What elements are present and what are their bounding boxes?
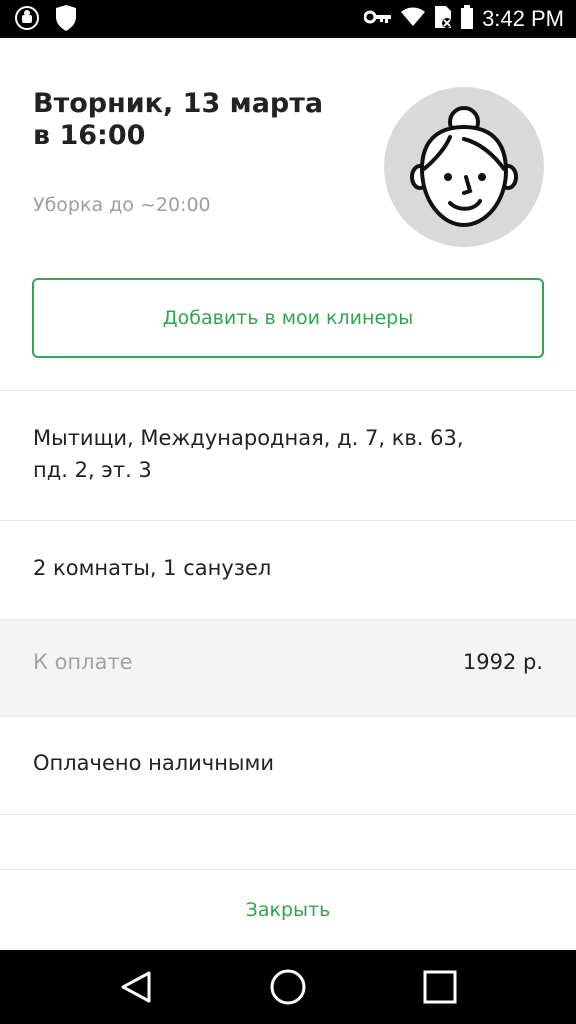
back-icon bbox=[121, 971, 151, 1003]
recents-icon bbox=[423, 970, 457, 1004]
cleaner-avatar bbox=[384, 87, 544, 247]
recents-button[interactable] bbox=[390, 950, 490, 1024]
status-time: 3:42 PM bbox=[482, 6, 564, 31]
address-line-2: пд. 2, эт. 3 bbox=[33, 458, 152, 482]
navigation-bar bbox=[0, 950, 576, 1024]
divider bbox=[0, 814, 576, 815]
divider bbox=[0, 390, 576, 391]
vpn-key-icon bbox=[363, 9, 392, 29]
payment-label: К оплате bbox=[33, 650, 133, 674]
battery-icon bbox=[460, 5, 474, 33]
divider bbox=[0, 716, 576, 717]
address-line-1: Мытищи, Международная, д. 7, кв. 63, bbox=[33, 426, 464, 450]
status-bar: 3:42 PM bbox=[0, 0, 576, 38]
home-button[interactable] bbox=[238, 950, 338, 1024]
sim-off-icon bbox=[434, 5, 453, 33]
home-icon bbox=[270, 969, 306, 1005]
back-button[interactable] bbox=[86, 950, 186, 1024]
close-button[interactable]: Закрыть bbox=[0, 870, 576, 950]
order-time: в 16:00 bbox=[33, 120, 146, 151]
payment-method: Оплачено наличными bbox=[33, 751, 275, 775]
add-to-my-cleaners-button[interactable]: Добавить в мои клинеры bbox=[32, 278, 544, 358]
cleaner-avatar-icon bbox=[410, 106, 518, 227]
wifi-icon bbox=[400, 7, 426, 31]
cleaning-duration-note: Уборка до ~20:00 bbox=[33, 194, 211, 216]
rooms-info: 2 комнаты, 1 санузел bbox=[33, 556, 272, 580]
android-notification-icon bbox=[14, 5, 40, 35]
payment-row: К оплате 1992 р. bbox=[0, 620, 576, 716]
shield-icon bbox=[54, 5, 78, 35]
divider bbox=[0, 520, 576, 521]
order-header: Вторник, 13 марта в 16:00 Уборка до ~20:… bbox=[0, 38, 576, 390]
payment-amount: 1992 р. bbox=[462, 650, 543, 674]
